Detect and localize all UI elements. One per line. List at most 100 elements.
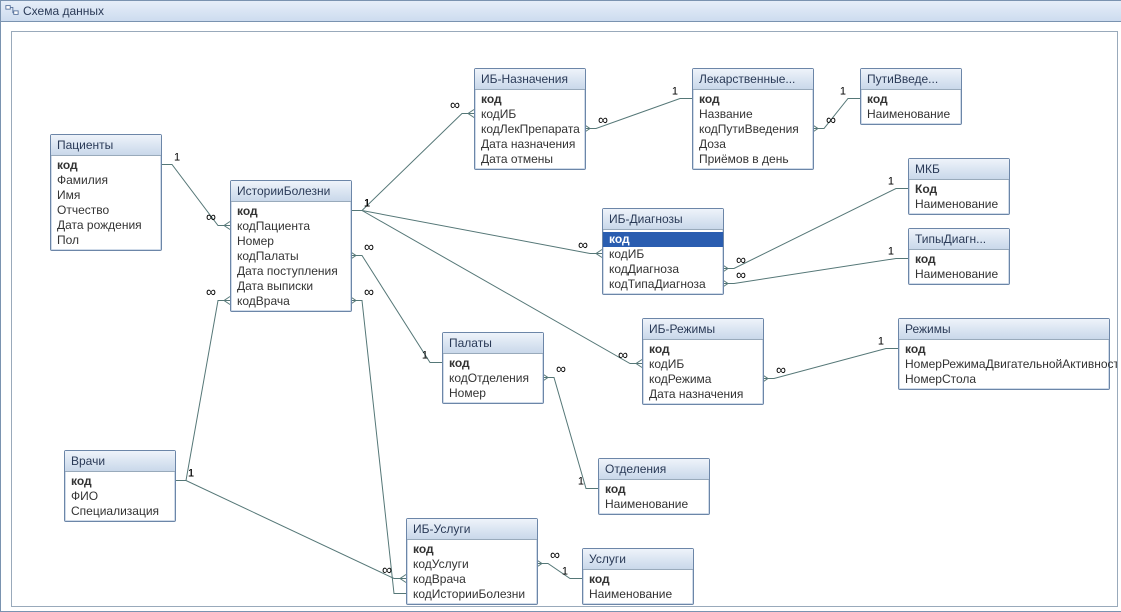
field[interactable]: код	[51, 158, 161, 173]
table-title[interactable]: МКБ	[909, 159, 1009, 180]
field[interactable]: код	[643, 342, 763, 357]
table-wards[interactable]: Палаты кодкодОтделенияНомер	[442, 332, 544, 404]
field[interactable]: НомерРежимаДвигательнойАктивности	[899, 357, 1109, 372]
field[interactable]: код	[583, 572, 693, 587]
field[interactable]: Пол	[51, 233, 161, 248]
field[interactable]: кодТипаДиагноза	[603, 277, 723, 292]
field[interactable]: Дата рождения	[51, 218, 161, 233]
field[interactable]: кодЛекПрепарата	[475, 122, 585, 137]
field[interactable]: НомерСтола	[899, 372, 1109, 387]
table-doctors[interactable]: Врачи кодФИОСпециализация	[64, 450, 176, 522]
table-title[interactable]: ИБ-Назначения	[475, 69, 585, 90]
table-modes[interactable]: Режимы кодНомерРежимаДвигательнойАктивнос…	[898, 318, 1110, 390]
field[interactable]: Код	[909, 182, 1009, 197]
field[interactable]: Фамилия	[51, 173, 161, 188]
table-fields: кодкодИБкодЛекПрепаратаДата назначенияДа…	[475, 90, 585, 169]
field[interactable]: Наименование	[861, 107, 961, 122]
field[interactable]: Имя	[51, 188, 161, 203]
field[interactable]: Дата выписки	[231, 279, 351, 294]
table-title[interactable]: Режимы	[899, 319, 1109, 340]
table-ib_diag[interactable]: ИБ-Диагнозы кодкодИБкодДиагнозакодТипаДиа…	[602, 208, 724, 295]
table-title[interactable]: Пациенты	[51, 135, 161, 156]
table-fields: кодНаименование	[861, 90, 961, 124]
field[interactable]: код	[599, 482, 709, 497]
field[interactable]: ФИО	[65, 489, 175, 504]
field[interactable]: кодПалаты	[231, 249, 351, 264]
table-title[interactable]: ТипыДиагн...	[909, 229, 1009, 250]
field[interactable]: кодИсторииБолезни	[407, 587, 537, 602]
field[interactable]: код	[475, 92, 585, 107]
field[interactable]: кодПациента	[231, 219, 351, 234]
svg-text:1: 1	[562, 566, 568, 578]
svg-text:1: 1	[364, 198, 370, 210]
field[interactable]: кодВрача	[407, 572, 537, 587]
table-title[interactable]: Отделения	[599, 459, 709, 480]
table-ib_nazn[interactable]: ИБ-НазначениякодкодИБкодЛекПрепаратаДата…	[474, 68, 586, 170]
table-routes[interactable]: ПутиВведе...кодНаименование	[860, 68, 962, 125]
table-fields: кодНаименование	[583, 570, 693, 604]
title-bar[interactable]: Схема данных	[1, 1, 1121, 22]
table-title[interactable]: Лекарственные...	[693, 69, 813, 90]
table-title[interactable]: Врачи	[65, 451, 175, 472]
field[interactable]: кодОтделения	[443, 371, 543, 386]
table-fields: кодкодПациентаНомеркодПалатыДата поступл…	[231, 202, 351, 311]
table-title[interactable]: ИсторииБолезни	[231, 181, 351, 202]
table-mkb[interactable]: МКБ КодНаименование	[908, 158, 1010, 215]
table-fields: кодНаименование	[599, 480, 709, 514]
field[interactable]: код	[443, 356, 543, 371]
field[interactable]: Дата назначения	[643, 387, 763, 402]
table-title[interactable]: ИБ-Режимы	[643, 319, 763, 340]
field[interactable]: код	[861, 92, 961, 107]
field[interactable]: код	[603, 232, 723, 247]
field[interactable]: кодИБ	[643, 357, 763, 372]
svg-text:∞: ∞	[450, 97, 460, 113]
field[interactable]: кодУслуги	[407, 557, 537, 572]
table-fields: кодкодИБкодРежимаДата назначения	[643, 340, 763, 404]
table-title[interactable]: Палаты	[443, 333, 543, 354]
table-title[interactable]: Услуги	[583, 549, 693, 570]
field[interactable]: кодИБ	[603, 247, 723, 262]
table-title[interactable]: ПутиВведе...	[861, 69, 961, 90]
table-patients[interactable]: Пациенты кодФамилияИмяОтчествоДата рожден…	[50, 134, 162, 251]
field[interactable]: Номер	[231, 234, 351, 249]
field[interactable]: код	[65, 474, 175, 489]
svg-text:∞: ∞	[618, 347, 628, 363]
field[interactable]: кодДиагноза	[603, 262, 723, 277]
diagram-canvas[interactable]: 1∞1∞1∞1∞∞1∞1∞1∞∞1∞1∞1∞1∞1∞1∞1 Пациентыко…	[11, 31, 1118, 607]
field[interactable]: Наименование	[599, 497, 709, 512]
table-depts[interactable]: ОтделениякодНаименование	[598, 458, 710, 515]
field[interactable]: Номер	[443, 386, 543, 401]
field[interactable]: код	[231, 204, 351, 219]
field[interactable]: код	[909, 252, 1009, 267]
table-history[interactable]: ИсторииБолезникодкодПациентаНомеркодПала…	[230, 180, 352, 312]
svg-text:1: 1	[422, 350, 428, 362]
field[interactable]: Наименование	[909, 197, 1009, 212]
field[interactable]: Дата отмены	[475, 152, 585, 167]
field[interactable]: кодИБ	[475, 107, 585, 122]
field[interactable]: кодРежима	[643, 372, 763, 387]
table-services[interactable]: УслугикодНаименование	[582, 548, 694, 605]
field[interactable]: Наименование	[583, 587, 693, 602]
svg-text:∞: ∞	[776, 362, 786, 378]
field[interactable]: код	[693, 92, 813, 107]
field[interactable]: кодПутиВведения	[693, 122, 813, 137]
field[interactable]: Специализация	[65, 504, 175, 519]
table-ib_modes[interactable]: ИБ-РежимыкодкодИБкодРежимаДата назначени…	[642, 318, 764, 405]
svg-text:∞: ∞	[578, 237, 588, 253]
field[interactable]: код	[899, 342, 1109, 357]
svg-text:∞: ∞	[736, 267, 746, 283]
field[interactable]: Название	[693, 107, 813, 122]
field[interactable]: Отчество	[51, 203, 161, 218]
field[interactable]: Дата поступления	[231, 264, 351, 279]
field[interactable]: кодВрача	[231, 294, 351, 309]
field[interactable]: Приёмов в день	[693, 152, 813, 167]
table-title[interactable]: ИБ-Диагнозы	[603, 209, 723, 230]
table-title[interactable]: ИБ-Услуги	[407, 519, 537, 540]
field[interactable]: Дата назначения	[475, 137, 585, 152]
field[interactable]: Доза	[693, 137, 813, 152]
table-drugs[interactable]: Лекарственные... кодНазваниекодПутиВведен…	[692, 68, 814, 170]
field[interactable]: код	[407, 542, 537, 557]
table-ib_serv[interactable]: ИБ-Услуги кодкодУслугикодВрачакодИсторииБ…	[406, 518, 538, 605]
table-diag_types[interactable]: ТипыДиагн... кодНаименование	[908, 228, 1010, 285]
field[interactable]: Наименование	[909, 267, 1009, 282]
